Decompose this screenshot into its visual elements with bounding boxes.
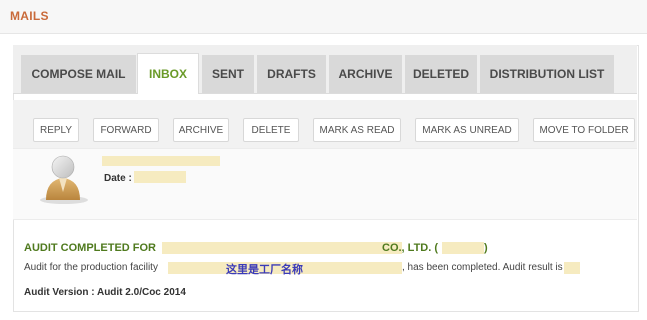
factory-name-note: 这里是工厂名称 [226, 264, 303, 276]
subject-close: ) [484, 242, 488, 254]
audit-version: Audit Version : Audit 2.0/Coc 2014 [24, 287, 186, 298]
page-header: MAILS [0, 0, 647, 34]
body-suffix: , has been completed. Audit result is [402, 262, 563, 273]
archive-button[interactable]: ARCHIVE [173, 118, 229, 142]
move-to-folder-button[interactable]: MOVE TO FOLDER [533, 118, 635, 142]
date-label: Date : [104, 173, 132, 184]
tab-drafts[interactable]: DRAFTS [257, 55, 326, 93]
result-redaction [564, 262, 580, 274]
mark-as-unread-button[interactable]: MARK AS UNREAD [415, 118, 519, 142]
code-redaction [442, 242, 484, 254]
tab-inbox[interactable]: INBOX [137, 53, 199, 94]
delete-button[interactable]: DELETE [243, 118, 299, 142]
message-toolbar: REPLY FORWARD ARCHIVE DELETE MARK AS REA… [13, 100, 637, 148]
date-redaction [134, 171, 186, 183]
page-title: MAILS [10, 9, 49, 23]
tab-archive[interactable]: ARCHIVE [329, 55, 402, 93]
subject-suffix: CO., LTD. ( [382, 242, 439, 254]
body-prefix: Audit for the production facility [24, 262, 158, 273]
tab-distribution-list[interactable]: DISTRIBUTION LIST [480, 55, 614, 93]
tab-deleted[interactable]: DELETED [405, 55, 477, 93]
message-body: Audit for the production facility 这里是工厂名… [24, 262, 624, 276]
forward-button[interactable]: FORWARD [93, 118, 159, 142]
user-avatar-icon [46, 155, 80, 200]
message-subject: AUDIT COMPLETED FOR CO., LTD. ( ) [24, 242, 624, 256]
sender-redaction [102, 156, 220, 166]
company-redaction [162, 242, 402, 254]
reply-button[interactable]: REPLY [33, 118, 79, 142]
tab-sent[interactable]: SENT [202, 55, 254, 93]
mail-tabs: COMPOSE MAIL INBOX SENT DRAFTS ARCHIVE D… [13, 45, 637, 94]
mark-as-read-button[interactable]: MARK AS READ [313, 118, 401, 142]
tab-compose-mail[interactable]: COMPOSE MAIL [21, 55, 136, 93]
subject-prefix: AUDIT COMPLETED FOR [24, 242, 156, 254]
